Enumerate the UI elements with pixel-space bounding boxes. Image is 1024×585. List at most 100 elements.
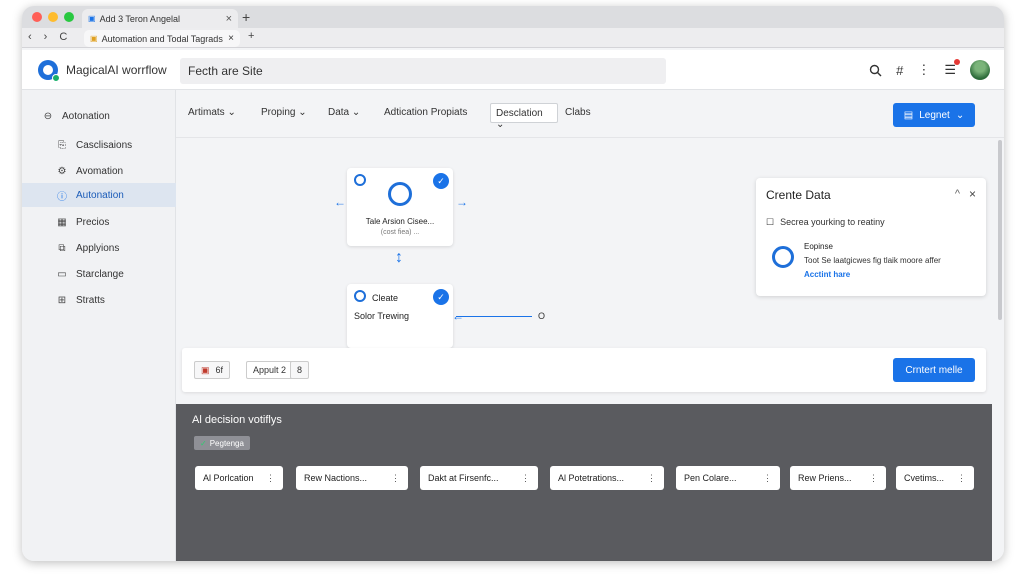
sidebar-item-stratts[interactable]: ⊞ Stratts <box>22 288 176 312</box>
more-icon: ⋮ <box>266 472 275 483</box>
panel-title: Crente Data <box>766 188 831 202</box>
forward-icon[interactable]: › <box>44 31 48 43</box>
browser-window: ▣ Add 3 Teron Angelal × + ‹ › C ▣ Automa… <box>22 6 1004 561</box>
sidebar-item-label: Aotonation <box>62 110 110 122</box>
workflow-card[interactable]: Rew Priens... ⋮ <box>790 466 886 490</box>
grid-icon: ⊞ <box>57 294 67 306</box>
workflow-card[interactable]: Al Potetrations... ⋮ <box>550 466 664 490</box>
hash-icon[interactable]: # <box>896 63 903 78</box>
more-icon: ⋮ <box>763 472 772 483</box>
checkbox-icon: ☐ <box>766 217 775 227</box>
reload-icon[interactable]: C <box>59 31 67 43</box>
sidebar-item-label: Starclange <box>76 268 124 280</box>
more-icon[interactable]: ⋮ <box>917 62 930 78</box>
workflow-card[interactable]: Rew Nactions... ⋮ <box>296 466 408 490</box>
panel-row[interactable]: ☐ Secrea yourking to reatiny <box>766 217 885 228</box>
menu-adtication-propiats[interactable]: Adtication Propiats <box>384 107 467 118</box>
tab-favicon-icon: ▣ <box>90 34 98 43</box>
node-logo-icon <box>354 174 366 186</box>
toolbar: Artimats ⌄ Proping ⌄ Data ⌄ Adtication P… <box>176 90 1004 138</box>
notes-icon[interactable]: ☰ <box>944 59 960 78</box>
new-tab-button[interactable]: + <box>248 30 254 42</box>
legnet-button[interactable]: ▤ Legnet ⌄ <box>893 103 975 127</box>
appult-chip[interactable]: Appult 2 <box>246 361 294 379</box>
menu-data[interactable]: Data ⌄ <box>328 107 360 118</box>
menu-proping[interactable]: Proping ⌄ <box>261 107 307 118</box>
collapse-icon[interactable]: ^ <box>955 188 960 200</box>
sidebar-item-label: Precios <box>76 216 110 228</box>
more-icon: ⋮ <box>869 472 878 483</box>
sidebar-item-starclange[interactable]: ▭ Starclange <box>22 262 176 286</box>
chevron-down-icon: ⌄ <box>955 109 965 121</box>
tab-favicon-icon: ▣ <box>88 14 96 23</box>
image-icon: ▣ <box>201 364 210 375</box>
avatar[interactable] <box>970 60 990 80</box>
node-label: Solor Trewing <box>354 311 410 321</box>
grid-icon: ▦ <box>57 216 67 228</box>
close-window-button[interactable] <box>32 12 42 22</box>
sidebar: ⊖ Aotonation ⎘ Casclisaions ⚙ Avomation … <box>22 90 176 561</box>
sidebar-item-applyions[interactable]: ⧉ Applyions <box>22 236 176 260</box>
search-input[interactable]: Fecth are Site <box>180 58 666 84</box>
minimize-window-button[interactable] <box>48 12 58 22</box>
item-text: Toot Se laatgicwes fig tlaik moore affer <box>804 256 941 265</box>
browser-tab-2[interactable]: ▣ Automation and Todal Tagrads × <box>84 30 240 47</box>
more-icon: ⋮ <box>391 472 400 483</box>
back-icon[interactable]: ‹ <box>28 31 32 43</box>
workflow-node-1[interactable]: ✓ Tale Arsion Cisee... (cost fiea) ... <box>347 168 453 246</box>
gear-icon: ⚙ <box>57 165 67 177</box>
workflow-card[interactable]: Al Porlcation ⋮ <box>195 466 283 490</box>
sidebar-item-casclisaions[interactable]: ⎘ Casclisaions <box>22 133 176 157</box>
close-tab-icon[interactable]: × <box>228 33 234 44</box>
check-icon: ✓ <box>433 289 449 305</box>
workflow-card[interactable]: Pen Colare... ⋮ <box>676 466 780 490</box>
maximize-window-button[interactable] <box>64 12 74 22</box>
tab-title: Add 3 Teron Angelal <box>99 13 180 24</box>
chevron-down-icon: ⌄ <box>496 119 505 130</box>
more-icon: ⋮ <box>521 472 530 483</box>
calendar-icon: ▤ <box>903 109 914 121</box>
node-logo-icon <box>354 290 366 302</box>
info-icon: ⓘ <box>57 191 67 203</box>
sidebar-item-label: Autonation <box>76 189 124 201</box>
image-chip[interactable]: ▣ 6f <box>194 361 231 379</box>
chevron-down-icon: ⌄ <box>298 107 307 118</box>
close-icon[interactable]: × <box>969 187 976 201</box>
node-label: Tale Arsion Cisee... <box>365 217 435 226</box>
app-logo-icon <box>38 60 60 82</box>
tag-chip[interactable]: 8 <box>290 361 310 379</box>
sidebar-item-label: Stratts <box>76 294 105 306</box>
close-tab-icon[interactable]: × <box>226 13 232 25</box>
tab-title: Automation and Todal Tagrads <box>101 33 223 44</box>
app-title: MagicalAI worrflow <box>66 63 167 77</box>
bottom-action-bar: ▣ 6f Appult 2 8 Crntert melle <box>182 348 986 392</box>
copy-icon: ⧉ <box>58 242 66 254</box>
tab-clabs[interactable]: Clabs <box>565 107 591 118</box>
arrow-left-icon: ← <box>334 195 346 209</box>
item-link[interactable]: Acctint hare <box>804 270 850 279</box>
sidebar-item-avomation[interactable]: ⚙ Avomation <box>22 159 176 183</box>
sidebar-item-autonation[interactable]: ⓘ Autonation <box>22 183 176 207</box>
desclation-select[interactable]: Desclation ⌄ <box>490 103 558 130</box>
scrollbar[interactable] <box>998 140 1002 320</box>
search-icon[interactable] <box>869 64 882 77</box>
nav-buttons: ‹ › C <box>28 31 67 43</box>
pegtenga-tag[interactable]: ✓ Pegtenga <box>194 436 250 450</box>
sidebar-item-aotonation[interactable]: ⊖ Aotonation <box>22 104 176 128</box>
create-button[interactable]: Crntert melle <box>893 358 975 382</box>
workflow-card[interactable]: Cvetims... ⋮ <box>896 466 974 490</box>
app-header: MagicalAI worrflow Fecth are Site # ⋮ ☰ <box>22 50 1004 90</box>
new-tab-button[interactable]: + <box>242 9 250 25</box>
header-icons: # ⋮ ☰ <box>869 59 990 80</box>
ai-decision-panel: Al decision votiflys ✓ Pegtenga Al Porlc… <box>176 404 992 561</box>
sidebar-item-label: Applyions <box>76 242 120 254</box>
main-content: Artimats ⌄ Proping ⌄ Data ⌄ Adtication P… <box>176 90 1004 561</box>
workflow-node-2[interactable]: Cleate ✓ Solor Trewing <box>347 284 453 348</box>
sidebar-item-precios[interactable]: ▦ Precios <box>22 210 176 234</box>
node-title: Cleate <box>372 293 399 303</box>
workflow-card[interactable]: Dakt at Firsenfc... ⋮ <box>420 466 538 490</box>
menu-artimats[interactable]: Artimats ⌄ <box>188 107 236 118</box>
section-title: Al decision votiflys <box>192 414 282 426</box>
chevron-down-icon: ⌄ <box>227 107 236 118</box>
browser-tab-1[interactable]: ▣ Add 3 Teron Angelal × <box>82 9 238 28</box>
